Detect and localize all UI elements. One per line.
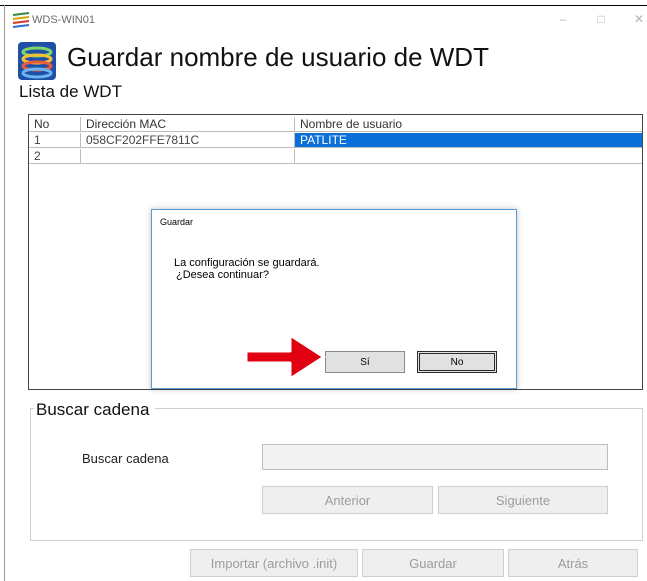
row-no-cell[interactable]: 2: [29, 149, 81, 164]
table-row[interactable]: 2: [29, 149, 642, 164]
search-group-title: Buscar cadena: [34, 400, 156, 420]
search-input[interactable]: [262, 444, 608, 470]
dialog-message-line-2: ¿Desea continuar?: [176, 269, 269, 281]
maximize-icon[interactable]: □: [586, 9, 616, 29]
no-button[interactable]: No: [417, 351, 497, 373]
wdt-logo-icon: [18, 42, 56, 80]
import-button[interactable]: Importar (archivo .init): [190, 549, 358, 577]
window-title: WDS-WIN01: [32, 14, 95, 26]
app-icon: [12, 12, 30, 28]
column-header-username[interactable]: Nombre de usuario: [295, 117, 642, 132]
table-row[interactable]: 1 058CF202FFE7811C PATLITE: [29, 133, 642, 148]
back-button[interactable]: Atrás: [508, 549, 638, 577]
wdt-list-label: Lista de WDT: [19, 82, 122, 101]
minimize-icon[interactable]: –: [548, 9, 578, 29]
search-group: [30, 408, 643, 541]
red-arrow-icon: [244, 333, 326, 381]
row-no-cell[interactable]: 1: [29, 133, 81, 148]
page-title: Guardar nombre de usuario de WDT: [67, 42, 489, 72]
save-button[interactable]: Guardar: [362, 549, 504, 577]
column-header-no[interactable]: No: [29, 117, 81, 132]
yes-button[interactable]: Sí: [325, 351, 405, 373]
dialog-message: La configuración se guardará. ¿Desea con…: [174, 257, 320, 281]
row-username-cell[interactable]: [295, 149, 642, 164]
dialog-message-line-1: La configuración se guardará.: [174, 257, 320, 269]
previous-button[interactable]: Anterior: [262, 486, 433, 514]
row-mac-cell[interactable]: [81, 149, 295, 164]
table-header: No Dirección MAC Nombre de usuario: [29, 117, 642, 132]
dialog-title: Guardar: [160, 217, 194, 227]
row-username-cell-selected[interactable]: PATLITE: [295, 133, 642, 148]
column-header-mac[interactable]: Dirección MAC: [81, 117, 295, 132]
close-icon[interactable]: ✕: [624, 9, 647, 29]
search-label: Buscar cadena: [82, 451, 169, 466]
next-button[interactable]: Siguiente: [438, 486, 608, 514]
row-mac-cell[interactable]: 058CF202FFE7811C: [81, 133, 295, 148]
save-confirm-dialog: Guardar La configuración se guardará. ¿D…: [151, 209, 517, 389]
screenshot-left-border: [4, 5, 5, 581]
